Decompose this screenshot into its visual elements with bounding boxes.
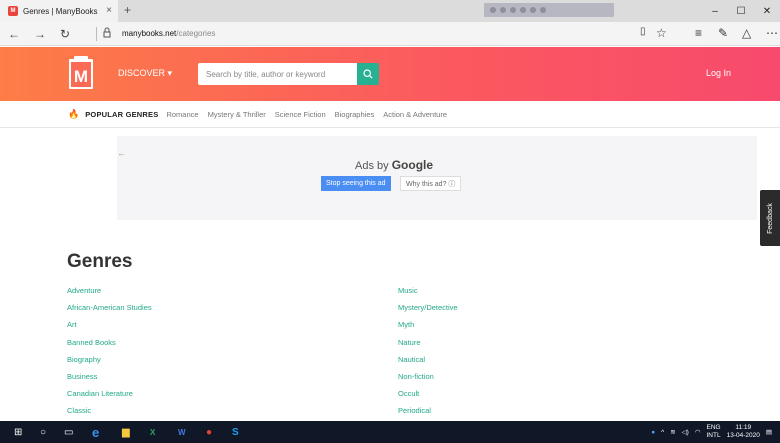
hub-icon[interactable]: ≡	[695, 26, 702, 40]
clock-time: 11:19	[735, 424, 752, 431]
search-input[interactable]	[198, 63, 357, 85]
feedback-tab[interactable]: Feedback	[760, 190, 780, 246]
language-toolbar[interactable]	[484, 3, 614, 17]
notifications-icon[interactable]: ▤	[766, 428, 772, 436]
genre-link[interactable]: Adventure	[67, 286, 152, 303]
refresh-icon[interactable]: ↻	[60, 27, 70, 41]
lang-top: ENG	[706, 424, 721, 431]
genre-link[interactable]: Nature	[398, 338, 458, 355]
toolbar-dot-icon	[520, 7, 526, 13]
close-window-button[interactable]: ✕	[754, 0, 780, 22]
search-icon	[363, 69, 373, 79]
toolbar-dot-icon	[510, 7, 516, 13]
genre-link[interactable]: Occult	[398, 389, 458, 406]
maximize-button[interactable]: ☐	[728, 0, 754, 22]
url-field[interactable]: manybooks.net/categories	[122, 29, 215, 38]
genre-link[interactable]: Music	[398, 286, 458, 303]
feedback-label: Feedback	[766, 202, 774, 234]
back-arrow-icon[interactable]: ←	[8, 27, 20, 41]
tab-close-icon[interactable]: ×	[106, 5, 112, 16]
genre-link[interactable]: African-American Studies	[67, 303, 152, 320]
share-icon[interactable]: △	[742, 26, 751, 40]
lang-bottom: INTL	[706, 432, 721, 439]
chevron-up-icon[interactable]: ^	[661, 429, 664, 436]
ads-by-google: Ads by Google	[355, 158, 433, 172]
toolbar-dot-icon	[530, 7, 536, 13]
genre-link[interactable]: Mystery/Detective	[398, 303, 458, 320]
genre-link[interactable]: Canadian Literature	[67, 389, 152, 406]
address-bar: ← → ↻ manybooks.net/categories ▯ ☆ ≡ ✎ △…	[0, 22, 780, 46]
web-note-icon[interactable]: ✎	[718, 26, 728, 40]
excel-icon[interactable]: X	[150, 425, 155, 439]
lock-icon	[103, 27, 111, 38]
genre-link-mystery-thriller[interactable]: Mystery & Thriller	[208, 110, 266, 119]
page-title: Genres	[67, 251, 133, 272]
stop-seeing-ad-button[interactable]: Stop seeing this ad	[321, 176, 391, 191]
popular-genres-label: POPULAR GENRES	[85, 109, 159, 119]
browser-tab-bar: M Genres | ManyBooks × + – ☐ ✕	[0, 0, 780, 22]
genres-column-left: Adventure African-American Studies Art B…	[67, 286, 152, 424]
url-path: /categories	[176, 29, 216, 38]
genres-column-right: Music Mystery/Detective Myth Nature Naut…	[398, 286, 458, 424]
ad-back-arrow-icon[interactable]: ←	[117, 148, 126, 158]
windows-start-icon[interactable]: ⊞	[14, 425, 22, 439]
manybooks-favicon-icon: M	[8, 6, 18, 16]
chrome-icon[interactable]: ●	[206, 425, 212, 439]
search-box	[198, 63, 379, 85]
browser-tab[interactable]: M Genres | ManyBooks ×	[0, 0, 118, 22]
logo-letter: M	[74, 67, 88, 86]
new-tab-button[interactable]: +	[124, 3, 131, 17]
ads-by-label: Ads by	[355, 160, 389, 172]
task-view-icon[interactable]: ▭	[64, 425, 73, 439]
more-icon[interactable]: ⋯	[766, 26, 778, 40]
ad-container: ← Ads by Google Stop seeing this ad Why …	[117, 136, 757, 220]
genre-link[interactable]: Business	[67, 372, 152, 389]
discover-menu[interactable]: DISCOVER ▾	[118, 68, 172, 79]
favorites-star-icon[interactable]: ☆	[656, 26, 667, 40]
login-link[interactable]: Log In	[706, 68, 731, 78]
reading-view-icon[interactable]: ▯	[640, 26, 646, 37]
volume-icon[interactable]: ◁)	[682, 428, 689, 436]
genre-link-action-adventure[interactable]: Action & Adventure	[383, 110, 447, 119]
url-domain: manybooks.net	[122, 29, 177, 38]
genre-link[interactable]: Non-fiction	[398, 372, 458, 389]
file-explorer-icon[interactable]: ▆	[122, 425, 130, 439]
clock-date: 13-04-2020	[726, 432, 760, 439]
window-controls: – ☐ ✕	[702, 0, 780, 22]
popular-genres-bar: 🔥 POPULAR GENRES Romance Mystery & Thril…	[0, 101, 780, 128]
genre-link-science-fiction[interactable]: Science Fiction	[275, 110, 326, 119]
genre-link-biographies[interactable]: Biographies	[335, 110, 375, 119]
why-this-ad-button[interactable]: Why this ad? ⓘ	[400, 176, 462, 191]
genre-link[interactable]: Banned Books	[67, 338, 152, 355]
skype-icon[interactable]: S	[232, 425, 239, 439]
clock[interactable]: 11:19 13-04-2020	[727, 424, 760, 440]
toolbar-dot-icon	[500, 7, 506, 13]
search-button[interactable]	[357, 63, 379, 85]
search-icon[interactable]: ○	[40, 425, 46, 439]
edge-browser-icon[interactable]: e	[92, 425, 99, 440]
genre-link[interactable]: Nautical	[398, 355, 458, 372]
manybooks-logo[interactable]: M	[68, 56, 94, 90]
tab-title: Genres | ManyBooks	[23, 6, 98, 16]
site-header: M DISCOVER ▾ Log In	[0, 47, 780, 101]
language-indicator[interactable]: ENG INTL	[707, 424, 721, 440]
divider	[96, 27, 97, 41]
genre-link[interactable]: Myth	[398, 320, 458, 337]
windows-taskbar: ⊞ ○ ▭ e ▆ X W ● S ● ^ ≋ ◁) ◠ ENG INTL 11…	[0, 421, 780, 443]
genre-link[interactable]: Art	[67, 320, 152, 337]
minimize-button[interactable]: –	[702, 0, 728, 22]
toolbar-dot-icon	[490, 7, 496, 13]
genre-link[interactable]: Biography	[67, 355, 152, 372]
wifi-icon[interactable]: ◠	[695, 428, 701, 436]
genre-link-romance[interactable]: Romance	[166, 110, 198, 119]
toolbar-dot-icon	[540, 7, 546, 13]
network-icon[interactable]: ≋	[670, 428, 675, 436]
app-tray-icon[interactable]: ●	[651, 429, 655, 436]
system-tray: ● ^ ≋ ◁) ◠ ENG INTL 11:19 13-04-2020 ▤	[651, 423, 772, 441]
word-icon[interactable]: W	[178, 425, 186, 439]
google-brand: Google	[391, 158, 434, 172]
flame-icon: 🔥	[68, 108, 80, 119]
forward-arrow-icon[interactable]: →	[34, 27, 46, 41]
